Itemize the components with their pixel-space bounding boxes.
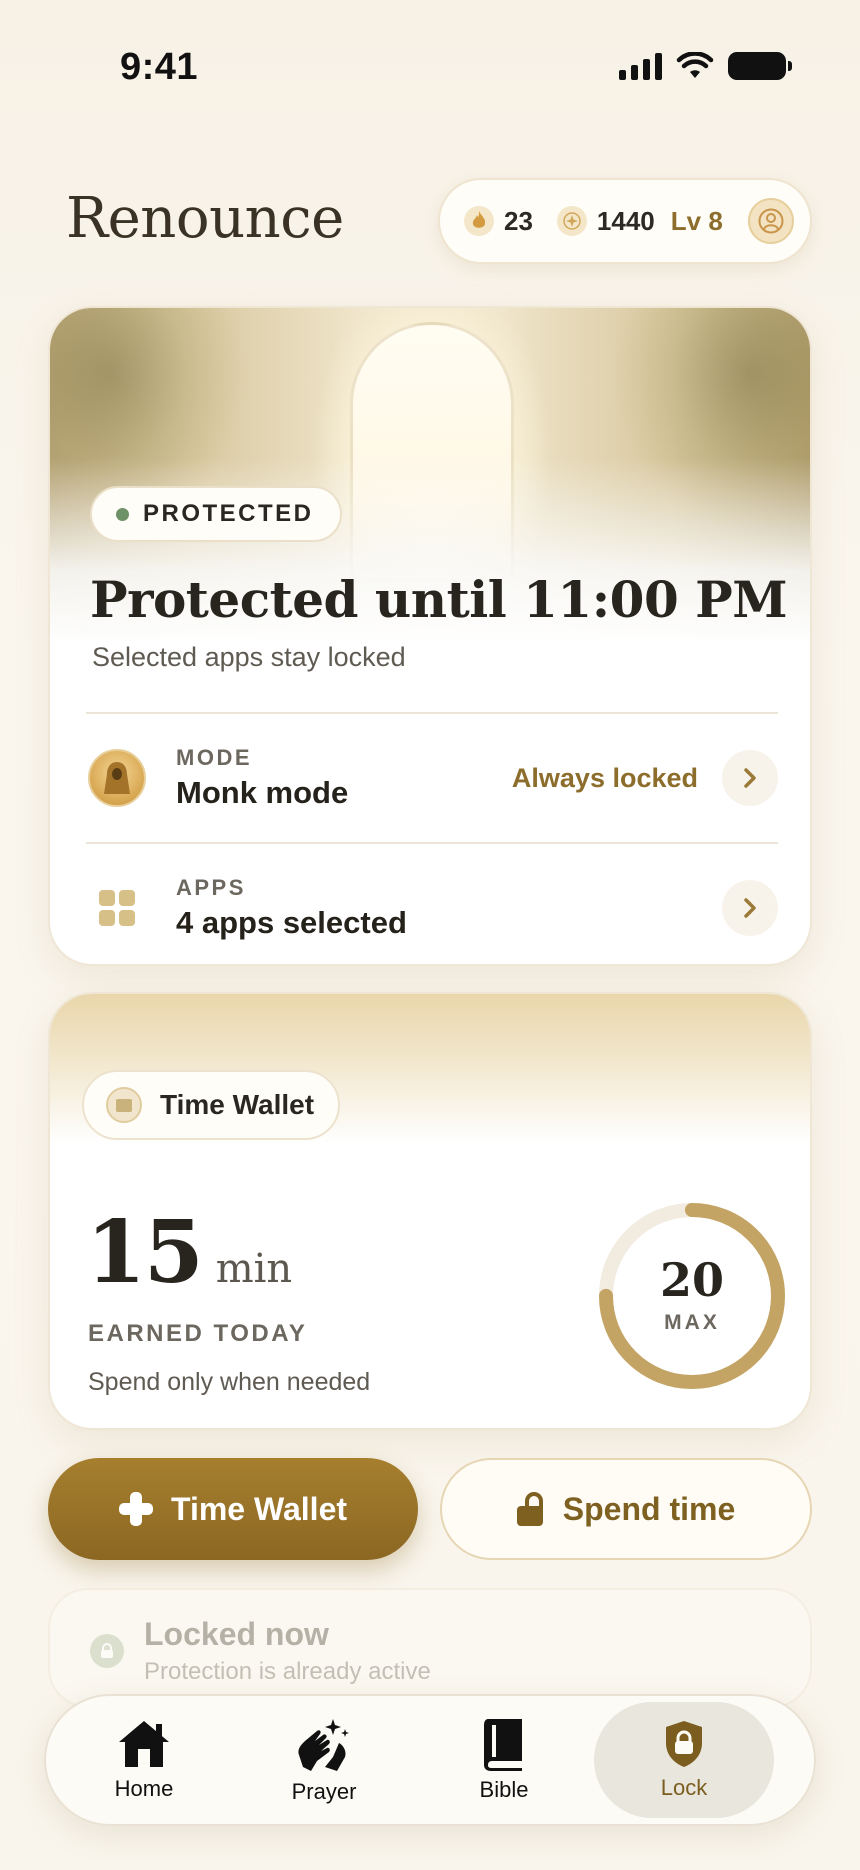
- earned-value: 15: [86, 1202, 204, 1303]
- mode-row[interactable]: MODE Monk mode Always locked: [86, 714, 778, 842]
- locked-now-subtitle: Protection is already active: [144, 1658, 431, 1685]
- points-stat: 1440: [556, 205, 655, 237]
- protection-card: PROTECTED Protected until 11:00 PM Selec…: [48, 306, 812, 966]
- apps-label: APPS: [176, 875, 246, 900]
- tab-lock[interactable]: Lock: [594, 1702, 774, 1818]
- flame-icon: [464, 206, 494, 236]
- tab-prayer[interactable]: Prayer: [234, 1702, 414, 1818]
- status-bar: 9:41: [0, 0, 860, 120]
- spend-time-button[interactable]: Spend time: [440, 1458, 812, 1560]
- protected-badge-label: PROTECTED: [143, 500, 314, 527]
- unlock-icon: [516, 1492, 545, 1526]
- wallet-icon: [106, 1087, 142, 1123]
- status-icons: [619, 52, 792, 80]
- time-wallet-button[interactable]: Time Wallet: [48, 1458, 418, 1560]
- tab-home[interactable]: Home: [54, 1702, 234, 1818]
- locked-now-card: Locked now Protection is already active: [48, 1588, 812, 1708]
- wallet-subtitle: Spend only when needed: [88, 1368, 371, 1396]
- chevron-right-icon[interactable]: [722, 750, 778, 806]
- locked-now-title: Locked now: [144, 1616, 329, 1652]
- monk-icon: [88, 749, 146, 807]
- home-icon: [119, 1721, 169, 1767]
- battery-icon: [728, 52, 792, 80]
- tab-lock-label: Lock: [660, 1775, 708, 1800]
- time-wallet-chip-label: Time Wallet: [160, 1089, 315, 1120]
- tab-prayer-label: Prayer: [291, 1779, 357, 1804]
- apps-grid-icon: [88, 879, 146, 937]
- streak-stat: 23: [464, 206, 533, 237]
- plus-icon: [118, 1492, 153, 1526]
- app-logo: Renounce: [66, 186, 344, 251]
- tab-home-label: Home: [114, 1776, 174, 1801]
- stats-pill[interactable]: 23 1440 Lv 8: [438, 178, 812, 264]
- max-label: MAX: [664, 1311, 720, 1334]
- tab-bible[interactable]: Bible: [414, 1702, 594, 1818]
- apps-value: 4 apps selected: [176, 905, 407, 940]
- cellular-signal-icon: [619, 52, 662, 80]
- tab-bar: Home Prayer Bible Lock: [44, 1694, 816, 1826]
- mode-label: MODE: [176, 745, 252, 770]
- max-indicator: 20 MAX: [594, 1198, 790, 1394]
- status-dot-icon: [116, 507, 129, 521]
- earned-today-label: EARNED TODAY: [88, 1320, 308, 1347]
- book-icon: [484, 1719, 522, 1771]
- earned-amount: 15 min: [86, 1202, 292, 1303]
- earned-unit: min: [215, 1246, 293, 1292]
- sun-coin-icon: [556, 206, 587, 236]
- tab-bible-label: Bible: [479, 1777, 529, 1802]
- status-time: 9:41: [120, 46, 199, 88]
- user-icon: [758, 208, 784, 234]
- spend-time-button-label: Spend time: [562, 1490, 736, 1527]
- profile-avatar[interactable]: [748, 198, 794, 244]
- streak-count: 23: [504, 205, 533, 236]
- mode-value: Monk mode: [176, 775, 349, 810]
- protected-status-badge: PROTECTED: [90, 486, 342, 542]
- wifi-icon: [676, 52, 714, 78]
- points-count: 1440: [596, 205, 655, 236]
- protection-subtitle: Selected apps stay locked: [92, 642, 406, 672]
- mode-status: Always locked: [511, 762, 698, 793]
- max-value: 20: [659, 1253, 724, 1307]
- shield-lock-icon: [666, 1721, 702, 1767]
- apps-row[interactable]: APPS 4 apps selected: [86, 844, 778, 964]
- chevron-right-icon[interactable]: [722, 880, 778, 936]
- level-stat: Lv 8: [670, 205, 723, 236]
- time-wallet-button-label: Time Wallet: [170, 1490, 348, 1527]
- protection-title: Protected until 11:00 PM: [90, 570, 788, 629]
- time-wallet-card: Time Wallet 15 min EARNED TODAY Spend on…: [48, 992, 812, 1430]
- praying-hands-icon: [298, 1719, 349, 1771]
- time-wallet-chip: Time Wallet: [82, 1070, 341, 1140]
- lock-icon: [90, 1634, 124, 1668]
